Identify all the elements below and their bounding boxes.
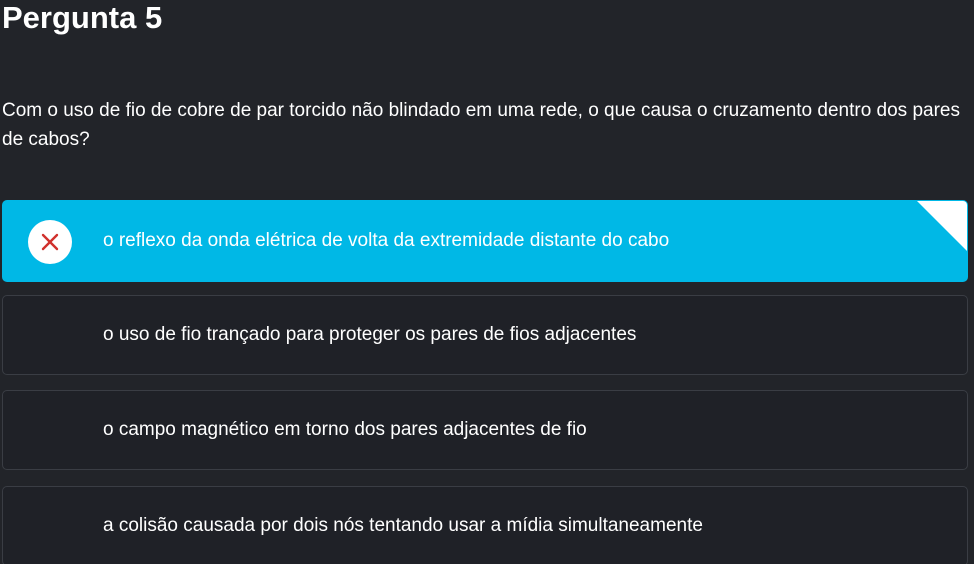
question-text: Com o uso de fio de cobre de par torcido… (2, 100, 960, 150)
answer-option-1[interactable]: o reflexo da onda elétrica de volta da e… (2, 200, 968, 282)
question-title: Pergunta 5 (2, 0, 163, 35)
selected-corner-flag (917, 201, 967, 251)
answer-option-2[interactable]: o uso de fio trançado para proteger os p… (2, 295, 968, 375)
close-icon (41, 233, 59, 251)
answer-option-label: o uso de fio trançado para proteger os p… (103, 324, 637, 345)
answer-option-label: o campo magnético em torno dos pares adj… (103, 419, 587, 440)
answer-option-label: o reflexo da onda elétrica de volta da e… (103, 230, 670, 251)
answer-option-4[interactable]: a colisão causada por dois nós tentando … (2, 486, 968, 564)
quiz-page: Pergunta 5 Com o uso de fio de cobre de … (0, 0, 974, 564)
answer-option-3[interactable]: o campo magnético em torno dos pares adj… (2, 390, 968, 470)
incorrect-mark (28, 220, 72, 264)
answer-option-label: a colisão causada por dois nós tentando … (103, 515, 703, 536)
